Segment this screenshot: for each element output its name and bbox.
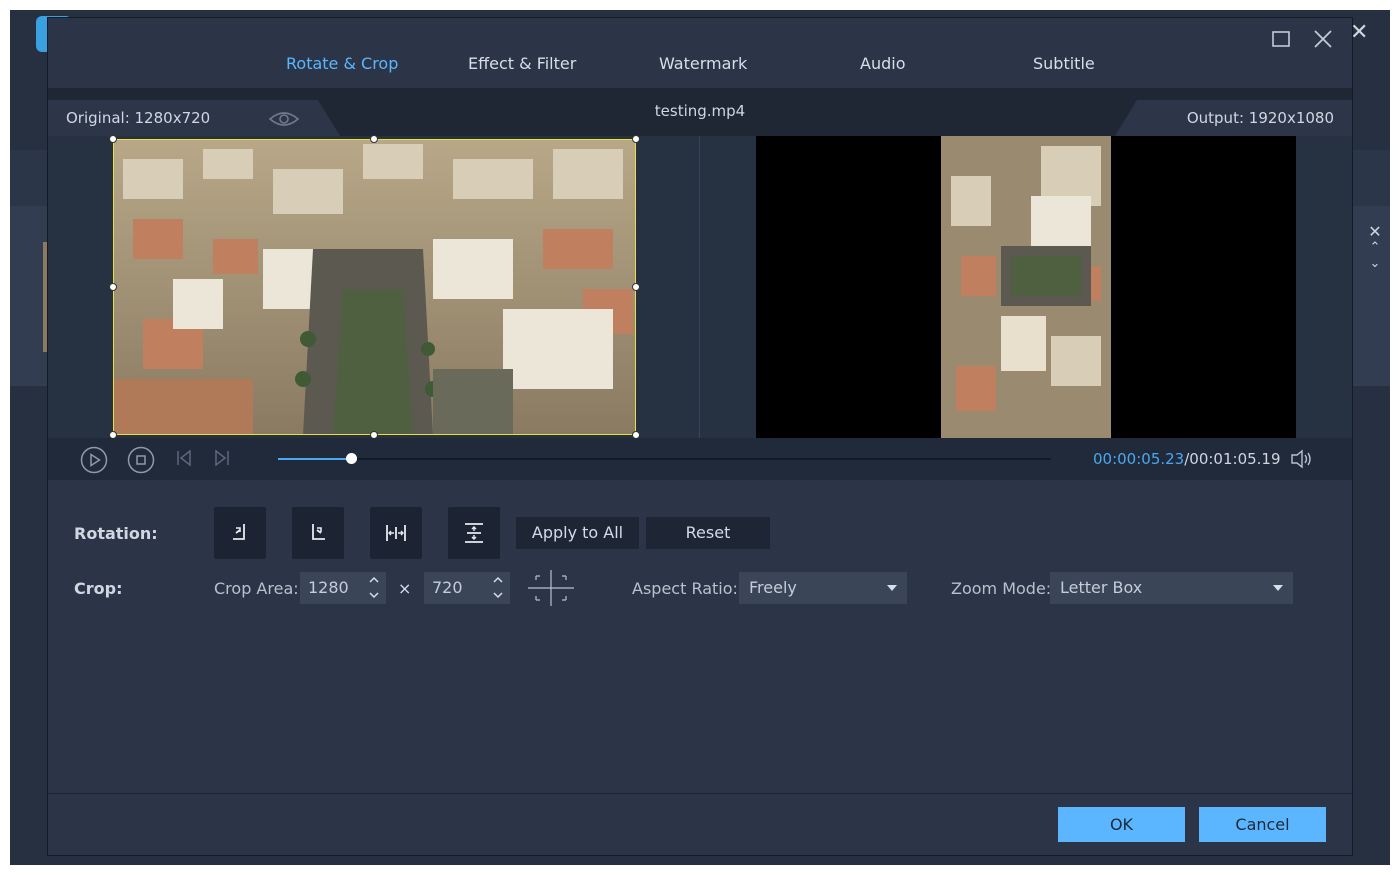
crop-height-value: 720 — [432, 578, 463, 597]
output-video-preview — [941, 136, 1111, 438]
rotate-left-button[interactable] — [214, 507, 266, 559]
tab-rotate-crop[interactable]: Rotate & Crop — [286, 54, 398, 73]
aspect-ratio-select[interactable]: Freely — [739, 572, 907, 604]
crop-width-up-icon[interactable] — [368, 574, 380, 586]
progress-track[interactable] — [278, 458, 1051, 460]
row-up-icon[interactable]: ⌃ — [1366, 240, 1384, 256]
playback-controls: 00:00:05.23/00:01:05.19 — [48, 438, 1352, 480]
aspect-ratio-label: Aspect Ratio: — [632, 579, 738, 598]
crop-handle-top[interactable] — [370, 135, 378, 143]
preview-divider — [699, 136, 700, 438]
flip-horizontal-icon — [386, 525, 406, 541]
file-header: Original: 1280x720 testing.mp4 Output: 1… — [48, 88, 1352, 136]
output-info: Output: 1920x1080 — [1115, 100, 1352, 136]
crop-handle-right[interactable] — [632, 283, 640, 291]
apply-to-all-button[interactable]: Apply to All — [516, 517, 639, 549]
next-frame-button[interactable] — [212, 448, 232, 472]
crop-width-down-icon[interactable] — [368, 589, 380, 601]
stop-button[interactable] — [127, 446, 155, 478]
cancel-button[interactable]: Cancel — [1199, 807, 1326, 842]
play-button[interactable] — [80, 446, 108, 478]
row-down-icon[interactable]: ⌄ — [1366, 256, 1384, 272]
volume-icon[interactable] — [1290, 448, 1316, 474]
crop-handle-top-left[interactable] — [109, 135, 117, 143]
preview-area — [48, 135, 1352, 439]
background-row-controls[interactable]: ✕ ⌃ ⌄ — [1366, 224, 1384, 272]
crop-area-label: Crop Area: — [214, 579, 299, 598]
row-close-icon[interactable]: ✕ — [1366, 224, 1384, 240]
crop-frame[interactable] — [113, 139, 636, 435]
edit-dialog: Rotate & Crop Effect & Filter Watermark … — [47, 17, 1353, 856]
crop-handle-top-right[interactable] — [632, 135, 640, 143]
dialog-footer: OK Cancel — [48, 793, 1352, 855]
output-resolution: Output: 1920x1080 — [1186, 109, 1334, 127]
center-crop-icon[interactable] — [528, 570, 574, 610]
chevron-down-icon — [887, 585, 897, 591]
tab-bar: Rotate & Crop Effect & Filter Watermark … — [48, 18, 1352, 88]
zoom-mode-select[interactable]: Letter Box — [1050, 572, 1293, 604]
times-sign: × — [398, 579, 412, 598]
zoom-mode-label: Zoom Mode: — [951, 579, 1052, 598]
tab-effect-filter[interactable]: Effect & Filter — [468, 54, 576, 73]
progress-knob[interactable] — [346, 453, 357, 464]
previous-frame-button[interactable] — [174, 448, 194, 472]
crop-height-stepper[interactable]: 720 — [424, 572, 510, 604]
rotate-right-button[interactable] — [292, 507, 344, 559]
total-time: /00:01:05.19 — [1184, 450, 1281, 468]
settings-panel: Rotation: Apply to All Reset Crop: Crop … — [48, 480, 1352, 793]
crop-height-up-icon[interactable] — [492, 574, 504, 586]
flip-horizontal-button[interactable] — [370, 507, 422, 559]
crop-width-value: 1280 — [308, 578, 349, 597]
time-display: 00:00:05.23/00:01:05.19 — [1093, 450, 1281, 468]
flip-vertical-button[interactable] — [448, 507, 500, 559]
tab-audio[interactable]: Audio — [860, 54, 905, 73]
tab-watermark[interactable]: Watermark — [659, 54, 747, 73]
crop-handle-left[interactable] — [109, 283, 117, 291]
flip-vertical-icon — [465, 523, 483, 543]
close-icon[interactable] — [1310, 26, 1336, 52]
chevron-down-icon — [1273, 585, 1283, 591]
crop-width-stepper[interactable]: 1280 — [300, 572, 386, 604]
progress-fill — [278, 458, 351, 460]
reset-button[interactable]: Reset — [646, 517, 770, 549]
current-time: 00:00:05.23 — [1093, 450, 1185, 468]
crop-height-down-icon[interactable] — [492, 589, 504, 601]
tab-subtitle[interactable]: Subtitle — [1033, 54, 1095, 73]
zoom-mode-value: Letter Box — [1060, 578, 1143, 597]
aspect-ratio-value: Freely — [749, 578, 797, 597]
rotation-label: Rotation: — [74, 524, 158, 543]
maximize-icon[interactable] — [1268, 26, 1294, 52]
rotate-left-icon — [233, 524, 245, 540]
ok-button[interactable]: OK — [1058, 807, 1185, 842]
rotate-right-icon — [312, 524, 325, 540]
crop-label: Crop: — [74, 579, 123, 598]
